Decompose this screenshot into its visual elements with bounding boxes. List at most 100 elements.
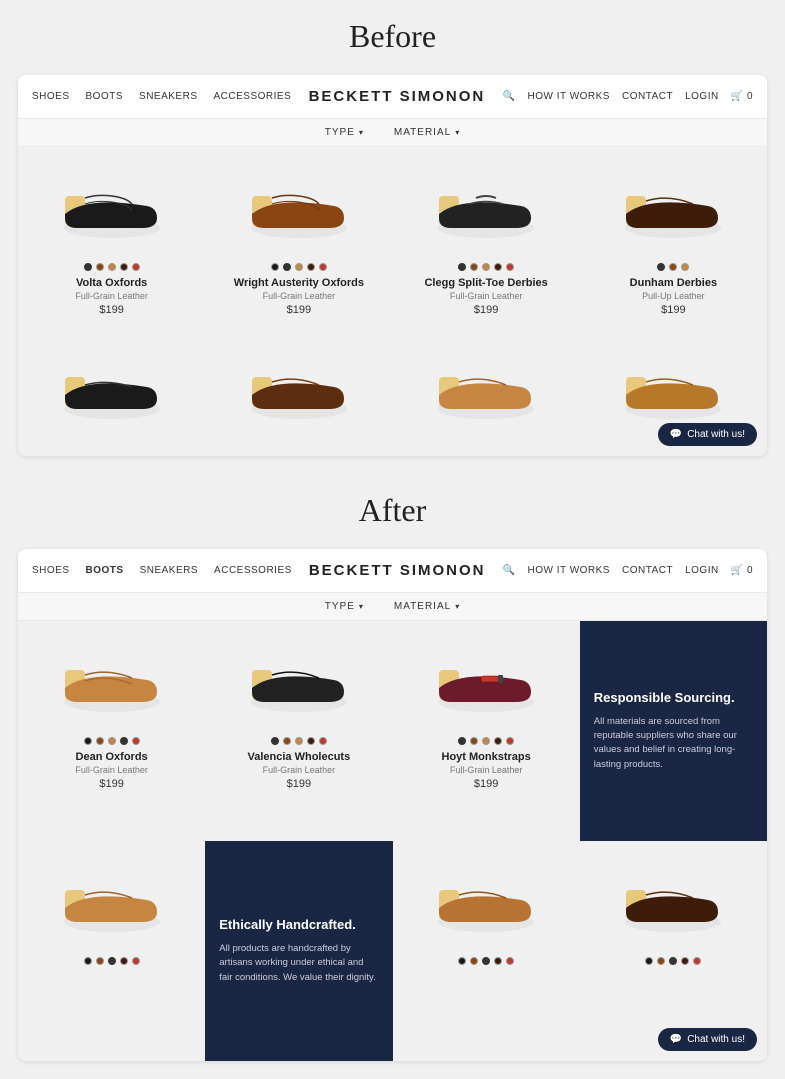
nav-how-it-works[interactable]: HOW IT WORKS [528, 565, 610, 576]
nav-shoes[interactable]: SHOES [32, 565, 70, 576]
color-dot[interactable] [693, 957, 701, 965]
color-dot[interactable] [506, 737, 514, 745]
nav-contact[interactable]: CONTACT [622, 565, 673, 576]
list-item[interactable]: Volta Oxfords Full-Grain Leather $199 [18, 147, 205, 328]
nav-shoes[interactable]: SHOES [32, 91, 70, 102]
color-dot[interactable] [482, 737, 490, 745]
color-dot[interactable] [108, 957, 116, 965]
type-filter[interactable]: TYPE ▾ [325, 127, 364, 138]
color-dot[interactable] [295, 737, 303, 745]
nav-sneakers[interactable]: SNEAKERS [140, 565, 198, 576]
color-dot[interactable] [307, 263, 315, 271]
chat-icon: 💬 [670, 429, 682, 440]
color-dot[interactable] [681, 957, 689, 965]
list-item[interactable] [18, 841, 205, 1061]
type-filter[interactable]: TYPE ▾ [325, 601, 364, 612]
product-name: Clegg Split-Toe Derbies [403, 277, 570, 289]
color-dot[interactable] [470, 957, 478, 965]
list-item[interactable]: Dunham Derbies Pull-Up Leather $199 [580, 147, 767, 328]
shoe-image [590, 857, 757, 947]
color-dot[interactable] [132, 957, 140, 965]
list-item[interactable]: Clegg Split-Toe Derbies Full-Grain Leath… [393, 147, 580, 328]
nav-boots[interactable]: BOOTS [86, 91, 124, 102]
product-name: Dean Oxfords [28, 751, 195, 763]
color-dot[interactable] [307, 737, 315, 745]
color-dot[interactable] [494, 957, 502, 965]
color-dot[interactable] [271, 263, 279, 271]
list-item[interactable]: Valencia Wholecuts Full-Grain Leather $1… [205, 621, 392, 841]
color-dot[interactable] [494, 263, 502, 271]
color-dot[interactable] [319, 263, 327, 271]
search-icon[interactable]: 🔍 [503, 91, 516, 102]
color-dot[interactable] [470, 263, 478, 271]
color-dot[interactable] [482, 957, 490, 965]
color-dot[interactable] [283, 737, 291, 745]
color-dot[interactable] [132, 737, 140, 745]
list-item[interactable]: Wright Austerity Oxfords Full-Grain Leat… [205, 147, 392, 328]
color-dot[interactable] [84, 957, 92, 965]
material-filter[interactable]: MATERIAL ▾ [394, 127, 460, 138]
color-dot[interactable] [669, 263, 677, 271]
color-dot[interactable] [470, 737, 478, 745]
color-dot[interactable] [669, 957, 677, 965]
color-dot[interactable] [458, 263, 466, 271]
info-card-text: All products are handcrafted by artisans… [219, 942, 378, 985]
color-dot[interactable] [295, 263, 303, 271]
color-dot[interactable] [645, 957, 653, 965]
chat-button[interactable]: 💬 Chat with us! [658, 1028, 757, 1051]
nav-accessories[interactable]: ACCESSORIES [214, 565, 292, 576]
color-dot[interactable] [120, 737, 128, 745]
color-dot[interactable] [120, 263, 128, 271]
before-brand[interactable]: BECKETT SIMONON [291, 88, 502, 105]
list-item[interactable]: Dean Oxfords Full-Grain Leather $199 [18, 621, 205, 841]
shoe-image [590, 344, 757, 434]
color-dot[interactable] [271, 737, 279, 745]
chat-button[interactable]: 💬 Chat with us! [658, 423, 757, 446]
color-options [215, 263, 382, 271]
material-filter[interactable]: MATERIAL ▾ [394, 601, 460, 612]
color-dot[interactable] [458, 957, 466, 965]
color-dot[interactable] [681, 263, 689, 271]
list-item[interactable] [205, 328, 392, 456]
shoe-image [28, 857, 195, 947]
nav-accessories[interactable]: ACCESSORIES [214, 91, 292, 102]
color-dot[interactable] [657, 957, 665, 965]
color-dot[interactable] [120, 957, 128, 965]
cart-icon[interactable]: 🛒 0 [731, 565, 753, 576]
after-nav: SHOES BOOTS SNEAKERS ACCESSORIES BECKETT… [18, 549, 767, 593]
after-product-grid-row1: Dean Oxfords Full-Grain Leather $199 [18, 621, 767, 1061]
search-icon[interactable]: 🔍 [503, 565, 516, 576]
color-dot[interactable] [506, 957, 514, 965]
list-item[interactable] [18, 328, 205, 456]
color-dot[interactable] [84, 263, 92, 271]
color-dot[interactable] [458, 737, 466, 745]
color-dot[interactable] [96, 957, 104, 965]
color-dot[interactable] [506, 263, 514, 271]
nav-contact[interactable]: CONTACT [622, 91, 673, 102]
color-dot[interactable] [494, 737, 502, 745]
before-title: Before [0, 0, 785, 65]
color-dot[interactable] [96, 263, 104, 271]
cart-icon[interactable]: 🛒 0 [731, 91, 753, 102]
nav-how-it-works[interactable]: HOW IT WORKS [528, 91, 610, 102]
color-dot[interactable] [96, 737, 104, 745]
nav-login[interactable]: LOGIN [685, 91, 719, 102]
nav-boots[interactable]: BOOTS [86, 565, 124, 576]
after-brand[interactable]: BECKETT SIMONON [292, 562, 503, 579]
color-dot[interactable] [482, 263, 490, 271]
after-title: After [0, 474, 785, 539]
color-dot[interactable] [319, 737, 327, 745]
nav-sneakers[interactable]: SNEAKERS [139, 91, 197, 102]
color-dot[interactable] [657, 263, 665, 271]
color-dot[interactable] [283, 263, 291, 271]
after-product-grid-wrapper: Dean Oxfords Full-Grain Leather $199 [18, 621, 767, 1061]
nav-login[interactable]: LOGIN [685, 565, 719, 576]
color-dot[interactable] [108, 737, 116, 745]
list-item[interactable] [393, 328, 580, 456]
color-dot[interactable] [84, 737, 92, 745]
list-item[interactable]: Hoyt Monkstraps Full-Grain Leather $199 [393, 621, 580, 841]
list-item[interactable] [393, 841, 580, 1061]
color-dot[interactable] [108, 263, 116, 271]
color-dot[interactable] [132, 263, 140, 271]
before-nav-left: SHOES BOOTS SNEAKERS ACCESSORIES [32, 91, 291, 102]
